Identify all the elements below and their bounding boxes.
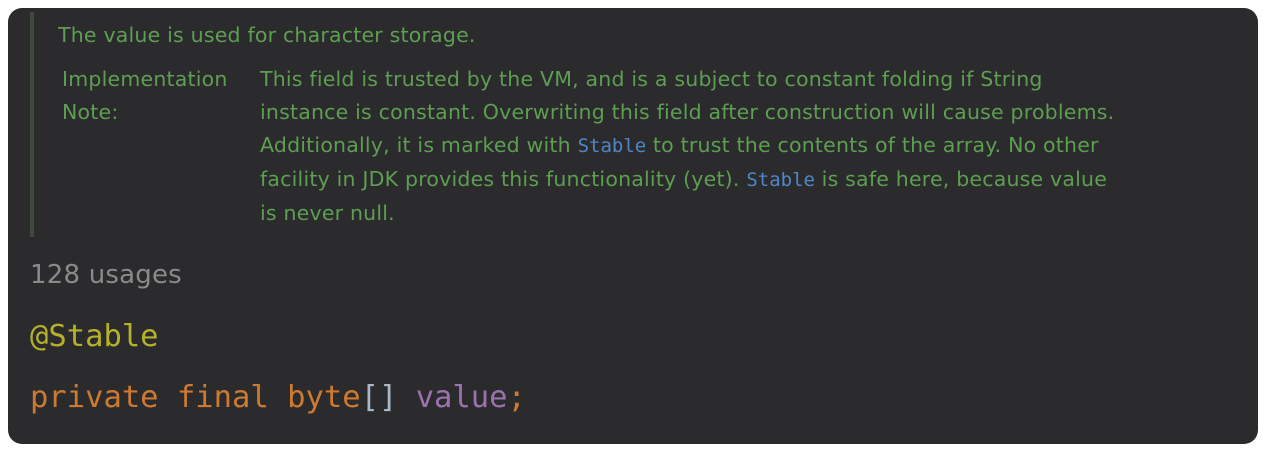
impl-term-line1: Implementation	[62, 67, 228, 91]
impl-desc-line4-before: facility in JDK provides this functional…	[260, 167, 747, 191]
impl-desc-line5: is never null.	[260, 201, 395, 225]
code-line-annotation: @Stable	[30, 319, 159, 354]
keyword-private: private	[30, 380, 159, 415]
doc-comment: The value is used for character storage.…	[58, 19, 1253, 230]
implementation-note: Implementation Note: This field is trust…	[58, 63, 1253, 230]
usages-link[interactable]: 128 usages	[30, 260, 182, 290]
annotation-token[interactable]: @Stable	[30, 319, 159, 354]
keyword-final: final	[176, 380, 269, 415]
impl-desc-line3-after: to trust the contents of the array. No o…	[646, 133, 1099, 157]
doc-comment-bar	[30, 12, 34, 237]
type-byte: byte	[287, 380, 361, 415]
array-brackets: []	[360, 380, 398, 415]
doc-summary: The value is used for character storage.	[58, 23, 476, 47]
impl-desc-line3-before: Additionally, it is marked with	[260, 133, 578, 157]
impl-desc-line2: instance is constant. Overwriting this f…	[260, 100, 1115, 124]
stable-link[interactable]: Stable	[578, 135, 647, 157]
code-viewer-panel: The value is used for character storage.…	[8, 8, 1258, 444]
impl-desc-line4: facility in JDK provides this functional…	[260, 163, 1253, 197]
field-name[interactable]: value	[416, 380, 508, 415]
code-line-declaration: private final byte[] value;	[30, 380, 526, 415]
implementation-note-term: Implementation Note:	[58, 63, 260, 230]
impl-desc-line4-after: is safe here, because value	[814, 167, 1108, 191]
impl-desc-line1: This field is trusted by the VM, and is …	[260, 67, 1043, 91]
impl-term-line2: Note:	[62, 100, 119, 124]
impl-desc-line3: Additionally, it is marked with Stable t…	[260, 129, 1253, 163]
implementation-note-description: This field is trusted by the VM, and is …	[260, 63, 1253, 230]
stable-link-2[interactable]: Stable	[746, 169, 815, 191]
semicolon: ;	[507, 380, 526, 415]
